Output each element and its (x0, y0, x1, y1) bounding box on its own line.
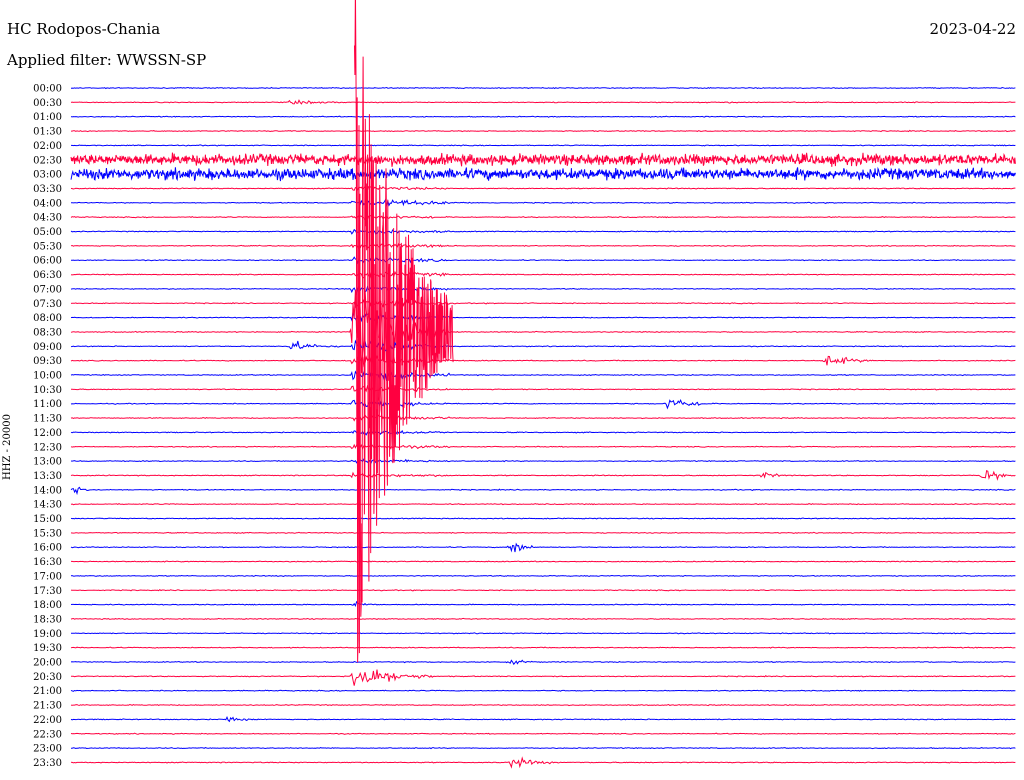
row-label-1930: 19:30 (33, 643, 62, 654)
trace-row-1330 (70, 469, 1016, 481)
trace-row-0500 (70, 228, 1016, 236)
row-label-0230: 02:30 (33, 155, 62, 166)
row-label-0330: 03:30 (33, 184, 62, 195)
row-label-0130: 01:30 (33, 127, 62, 138)
row-label-1700: 17:00 (33, 571, 62, 582)
row-label-0630: 06:30 (33, 270, 62, 281)
row-label-1730: 17:30 (33, 586, 62, 597)
row-label-2100: 21:00 (33, 686, 62, 697)
row-label-2130: 21:30 (33, 701, 62, 712)
row-label-1530: 15:30 (33, 528, 62, 539)
row-label-0300: 03:00 (33, 170, 62, 181)
row-label-1830: 18:30 (33, 614, 62, 625)
trace-row-1030 (70, 384, 1016, 394)
trace-row-1830 (70, 617, 1016, 621)
row-label-0730: 07:30 (33, 299, 62, 310)
row-label-1330: 13:30 (33, 471, 62, 482)
row-label-0600: 06:00 (33, 256, 62, 267)
trace-row-0630 (70, 270, 1016, 279)
trace-row-1630 (71, 560, 1016, 563)
trace-row-1230 (70, 443, 1016, 450)
row-label-0100: 01:00 (33, 112, 62, 123)
trace-row-2330 (70, 756, 1016, 769)
row-labels: 00:00 00:30 01:00 01:30 02:00 02:30 03:00 03:30… (33, 84, 62, 769)
trace-row-0330 (70, 186, 1016, 192)
row-label-2000: 20:00 (33, 658, 62, 669)
row-label-1030: 10:30 (33, 385, 62, 396)
trace-row-2000 (70, 659, 1016, 666)
trace-row-0730 (70, 299, 1016, 309)
trace-row-0400 (71, 198, 1016, 207)
row-label-0000: 00:00 (33, 84, 62, 95)
row-label-1200: 12:00 (33, 428, 62, 439)
trace-row-0700 (70, 284, 1016, 295)
trace-row-2130 (70, 703, 1016, 707)
trace-row-0100 (70, 115, 1016, 118)
row-label-1800: 18:00 (33, 600, 62, 611)
row-label-0830: 08:30 (33, 327, 62, 338)
earthquake-burst (354, 0, 454, 663)
trace-row-0000 (70, 86, 1016, 90)
trace-row-2230 (70, 732, 1016, 735)
trace-row-0030 (70, 99, 1016, 105)
row-label-0930: 09:30 (33, 356, 62, 367)
trace-row-0300 (70, 166, 1016, 182)
trace-row-1900 (71, 632, 1016, 635)
trace-row-1730 (70, 588, 1016, 592)
trace-row-1000 (70, 370, 1016, 381)
row-label-2200: 22:00 (33, 715, 62, 726)
row-label-0700: 07:00 (33, 284, 62, 295)
row-label-1630: 16:30 (33, 557, 62, 568)
row-label-2030: 20:30 (33, 672, 62, 683)
trace-row-1530 (70, 531, 1016, 534)
row-label-0400: 04:00 (33, 198, 62, 209)
trace-row-0900 (70, 339, 1016, 352)
row-label-0800: 08:00 (33, 313, 62, 324)
trace-row-0230 (70, 152, 1016, 167)
row-label-2300: 23:00 (33, 744, 62, 755)
trace-row-1300 (70, 458, 1016, 465)
trace-row-0600 (71, 256, 1016, 265)
row-label-0430: 04:30 (33, 213, 62, 224)
trace-row-0930 (70, 355, 1016, 368)
row-label-1130: 11:30 (33, 414, 62, 425)
trace-row-0130 (71, 129, 1016, 133)
trace-row-1400 (70, 486, 1016, 496)
helicorder-plot: 00:00 00:30 01:00 01:30 02:00 02:30 03:00 03:30… (33, 0, 1016, 769)
trace-row-0800 (70, 312, 1016, 323)
row-label-0200: 02:00 (33, 141, 62, 152)
trace-row-0530 (70, 241, 1016, 251)
trace-row-0430 (70, 214, 1016, 222)
row-label-0500: 05:00 (33, 227, 62, 238)
row-label-1300: 13:00 (33, 457, 62, 468)
row-label-1600: 16:00 (33, 543, 62, 554)
trace-row-0200 (71, 144, 1016, 147)
row-label-1100: 11:00 (33, 399, 62, 410)
row-label-0530: 05:30 (33, 241, 62, 252)
trace-row-2200 (70, 715, 1016, 723)
trace-row-1200 (70, 429, 1016, 436)
traces (70, 0, 1016, 769)
trace-row-1430 (70, 503, 1016, 506)
trace-row-1700 (70, 574, 1016, 578)
row-label-1230: 12:30 (33, 442, 62, 453)
row-label-2330: 23:30 (33, 758, 62, 769)
trace-row-1100 (70, 398, 1016, 410)
row-label-2230: 22:30 (33, 729, 62, 740)
row-label-0900: 09:00 (33, 342, 62, 353)
row-label-0030: 00:30 (33, 98, 62, 109)
row-label-1430: 14:30 (33, 500, 62, 511)
trace-row-1800 (70, 600, 1016, 608)
trace-row-1600 (70, 542, 1016, 553)
row-label-1000: 10:00 (33, 371, 62, 382)
row-label-1400: 14:00 (33, 485, 62, 496)
trace-row-1930 (70, 646, 1016, 649)
trace-row-2100 (70, 689, 1016, 692)
row-label-1900: 19:00 (33, 629, 62, 640)
row-label-1500: 15:00 (33, 514, 62, 525)
trace-row-2030 (70, 669, 1016, 686)
trace-row-1500 (70, 517, 1016, 520)
trace-row-2300 (71, 747, 1016, 750)
trace-row-1130 (70, 414, 1016, 422)
